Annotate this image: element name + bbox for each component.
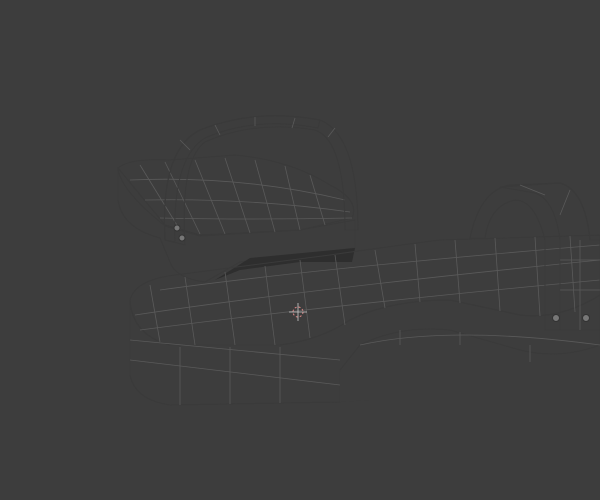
front-strap-top [499, 182, 600, 331]
rivet-icon [582, 314, 590, 322]
front-sole-wireframe [129, 235, 600, 405]
front-sole-top [129, 234, 600, 346]
back-sandal[interactable] [117, 115, 359, 283]
front-sandal[interactable] [129, 182, 600, 406]
front-sole-side [129, 294, 600, 406]
rivet-icon [178, 234, 186, 242]
back-strap-side [163, 115, 321, 243]
front-sole-side-notch [340, 372, 370, 402]
front-strap [469, 182, 600, 331]
back-sole-top [117, 154, 355, 237]
3d-cursor-icon[interactable] [289, 303, 307, 321]
3d-viewport[interactable] [0, 0, 600, 500]
rivet-icon [552, 314, 560, 322]
rivet-icon [173, 224, 181, 232]
